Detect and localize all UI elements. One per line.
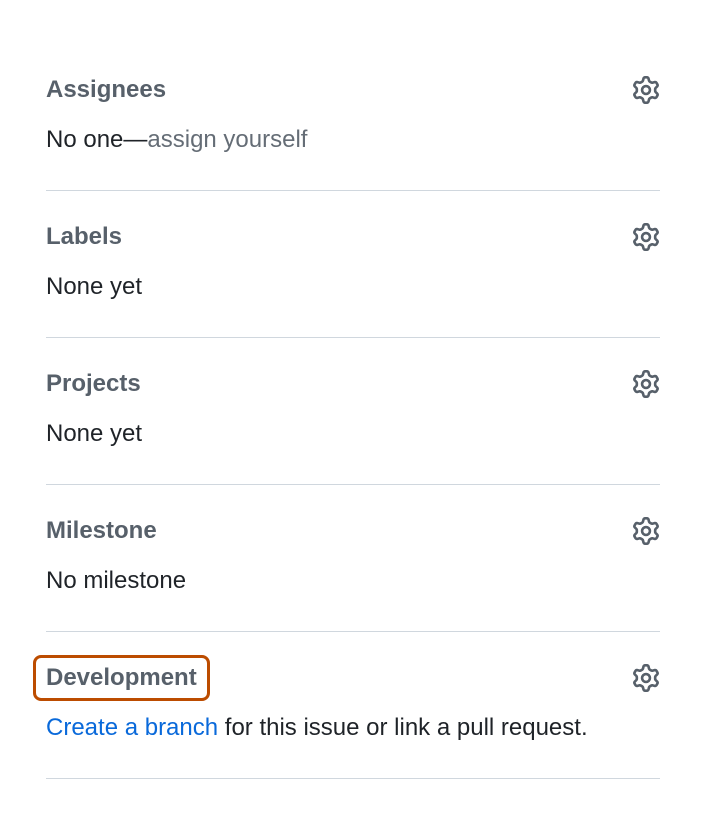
development-content: Create a branch for this issue or link a… — [46, 710, 660, 746]
milestone-header: Milestone — [46, 517, 660, 545]
development-header: Development — [46, 664, 660, 692]
assign-yourself-link[interactable]: assign yourself — [147, 126, 307, 153]
projects-title: Projects — [46, 370, 141, 398]
labels-header: Labels — [46, 223, 660, 251]
development-suffix-text: for this issue or link a pull request. — [218, 714, 588, 741]
projects-section: Projects None yet — [46, 370, 660, 485]
assignees-section: Assignees No one—assign yourself — [46, 76, 660, 191]
gear-icon[interactable] — [632, 76, 660, 104]
assignees-content: No one—assign yourself — [46, 122, 660, 158]
labels-title: Labels — [46, 223, 122, 251]
gear-icon[interactable] — [632, 664, 660, 692]
development-section: Development Create a branch for this iss… — [46, 664, 660, 779]
create-branch-link[interactable]: Create a branch — [46, 714, 218, 741]
assignees-empty-text: No one— — [46, 126, 147, 153]
projects-content: None yet — [46, 416, 660, 452]
gear-icon[interactable] — [632, 517, 660, 545]
gear-icon[interactable] — [632, 223, 660, 251]
labels-section: Labels None yet — [46, 223, 660, 338]
assignees-header: Assignees — [46, 76, 660, 104]
milestone-content: No milestone — [46, 563, 660, 599]
labels-content: None yet — [46, 269, 660, 305]
assignees-title: Assignees — [46, 76, 166, 104]
milestone-section: Milestone No milestone — [46, 517, 660, 632]
projects-header: Projects — [46, 370, 660, 398]
milestone-title: Milestone — [46, 517, 157, 545]
gear-icon[interactable] — [632, 370, 660, 398]
development-title: Development — [33, 655, 210, 701]
